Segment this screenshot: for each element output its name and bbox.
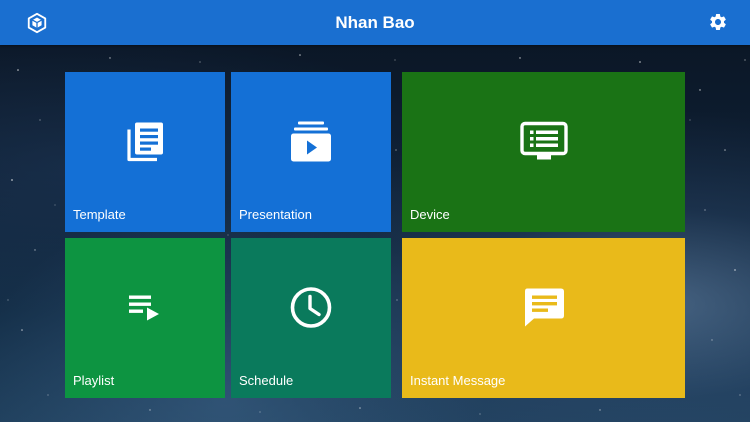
tile-label: Device [410,207,450,222]
document-stack-icon [123,120,167,169]
tile-label: Template [73,207,126,222]
tile-playlist[interactable]: Playlist [65,238,225,398]
playlist-icon [127,292,163,329]
clock-icon [289,286,333,335]
gear-icon[interactable] [708,12,728,32]
app-header: Nhan Bao [0,0,750,45]
monitor-list-icon [519,121,568,167]
app-title: Nhan Bao [335,13,415,32]
message-bubble-icon [522,286,566,335]
tile-label: Schedule [239,373,294,388]
slides-play-icon [289,120,333,169]
tile-schedule[interactable]: Schedule [231,238,391,398]
tile-device[interactable]: Device [402,72,685,232]
tile-label: Presentation [239,207,312,222]
cube-logo-icon[interactable] [26,12,48,34]
tile-presentation[interactable]: Presentation [231,72,391,232]
tile-label: Playlist [73,373,115,388]
tile-template[interactable]: Template [65,72,225,232]
tile-label: Instant Message [410,373,506,388]
tile-instant-message[interactable]: Instant Message [402,238,685,398]
